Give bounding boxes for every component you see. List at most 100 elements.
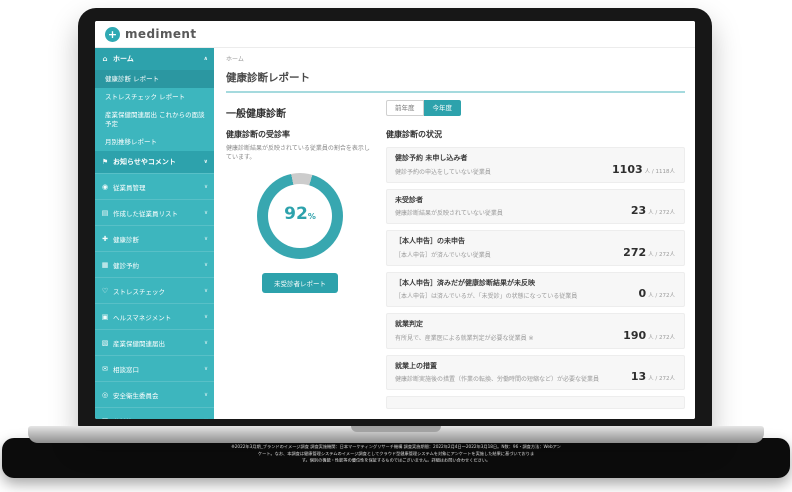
table-row-partial	[386, 396, 685, 409]
attendance-percent-unit: %	[307, 211, 316, 221]
sidebar-item-monthly-trend-report[interactable]: 月別推移レポート	[95, 133, 214, 151]
sidebar-item-label: ホーム	[113, 55, 134, 63]
attendance-percent: 92	[284, 203, 308, 224]
attendance-description: 健康診断結果が反映されている従業員の割合を表示しています。	[226, 145, 370, 162]
row-title: ［本人申告］済みだが健康診断結果が未反映	[395, 278, 535, 287]
sidebar-item-occupational-health-filings[interactable]: ▧ 産業保健関連届出 ∨	[95, 329, 214, 355]
chevron-down-icon: ∨	[203, 159, 208, 166]
footnote-line3: す。個別の機能・性能等の優位性を保証するものではございません。詳細はお問い合わせ…	[301, 457, 491, 463]
row-unit: 人 / 272人	[648, 293, 675, 299]
year-toggle-group: 前年度 今年度	[386, 100, 461, 116]
row-value: 190	[623, 328, 647, 342]
chevron-down-icon: ∨	[203, 235, 208, 242]
laptop-notch	[351, 426, 441, 432]
stress-check-icon: ♡	[101, 286, 109, 295]
sidebar-item-label: 相談窓口	[113, 365, 139, 374]
sidebar-item-safety-committee[interactable]: ◎ 安全衛生委員会 ∨	[95, 381, 214, 407]
sidebar-item-health-checkup-report[interactable]: 健康診断 レポート	[95, 70, 214, 89]
table-row: 未受診者 健康診断結果が反映されていない従業員 23 人 / 272人	[386, 188, 685, 224]
chevron-down-icon: ∨	[203, 391, 208, 398]
filings-icon: ▧	[101, 338, 109, 347]
sidebar-item-label: 作成した従業員リスト	[113, 209, 178, 218]
laptop-base	[28, 426, 764, 443]
laptop-base-shadow: ※2022年3月期_ブランドのイメージ調査 調査実施機関：日本マーケティングリサ…	[2, 438, 790, 478]
top-navbar: + mediment	[95, 21, 695, 48]
attendance-card: 健康診断の受診率 健康診断結果が反映されている従業員の割合を表示しています。 9…	[226, 129, 374, 409]
chevron-down-icon: ∨	[203, 313, 208, 320]
table-row: 就業判定 有所見で、産業医による就業判定が必要な従業員 ※ 190 人 / 272…	[386, 313, 685, 349]
chevron-down-icon: ∨	[203, 209, 208, 216]
sidebar-item-label: ヘルスマネジメント	[113, 313, 172, 322]
row-description: ［本人申告］は済んでいるが、「未受診」の状態になっている従業員	[395, 293, 578, 300]
sidebar-item-occupational-health-filings-schedule[interactable]: 産業保健関連届出 これからの面談予定	[95, 106, 214, 133]
row-value: 13	[630, 370, 647, 383]
sidebar-item-created-employee-lists[interactable]: ▤ 作成した従業員リスト ∨	[95, 199, 214, 225]
health-management-icon: ▣	[101, 312, 109, 321]
sidebar-item-employee-management[interactable]: ◉ 従業員管理 ∨	[95, 173, 214, 199]
laptop-frame: + mediment ⌂ ホーム ∧ 健康診断 レポート ストレスチェック レポ…	[78, 8, 712, 432]
consultation-icon: ✉	[102, 364, 108, 373]
row-unit: 人 / 272人	[648, 334, 675, 341]
page-title: 健康診断レポート	[226, 70, 685, 93]
app-screen: + mediment ⌂ ホーム ∧ 健康診断 レポート ストレスチェック レポ…	[95, 21, 695, 419]
sidebar-item-label: 健診予約	[113, 261, 139, 270]
analytics-icon: ▨	[101, 417, 109, 419]
announcement-icon: ⚑	[101, 158, 109, 167]
non-attendee-report-button[interactable]: 未受診者レポート	[262, 272, 338, 293]
row-value: 272	[623, 245, 647, 259]
chevron-down-icon: ∨	[203, 183, 208, 190]
row-unit: 人 / 272人	[648, 251, 675, 258]
employees-icon: ◉	[101, 182, 109, 191]
section-header: 一般健康診断 前年度 今年度	[226, 100, 685, 120]
sidebar-item-label: ストレスチェック	[113, 287, 165, 296]
table-row: ［本人申告］済みだが健康診断結果が未反映 ［本人申告］は済んでいるが、「未受診」…	[386, 271, 685, 307]
toggle-current-year[interactable]: 今年度	[423, 100, 461, 116]
home-icon: ⌂	[102, 55, 108, 63]
sidebar-item-label: お知らせやコメント	[113, 158, 176, 167]
status-panel: 健康診断の状況 健診予約 未申し込み者 健診予約の申込をしていない従業員 110…	[386, 129, 685, 409]
sidebar-item-label: 従業員管理	[113, 183, 146, 192]
chevron-down-icon: ∨	[204, 418, 208, 419]
mediment-logo-text[interactable]: mediment	[125, 27, 196, 41]
table-row: ［本人申告］の未申告 ［本人申告］が済んでいない従業員 272 人 / 272人	[386, 230, 685, 266]
sidebar-item-checkup-reservation[interactable]: ▦ 健診予約 ∨	[95, 251, 214, 277]
chevron-down-icon: ∨	[203, 339, 208, 346]
sidebar-item-health-management[interactable]: ▣ ヘルスマネジメント ∨	[95, 303, 214, 329]
breadcrumb[interactable]: ホーム	[226, 54, 685, 63]
donut-center: 92 %	[268, 183, 332, 248]
sidebar-item-analytics-management[interactable]: ▨ 分析管理 ∨	[95, 407, 214, 419]
row-unit: 人 / 1118人	[644, 168, 675, 175]
table-row: 健診予約 未申し込み者 健診予約の申込をしていない従業員 1103 人 / 111…	[386, 147, 685, 183]
caret-up-icon: ∧	[203, 56, 208, 62]
attendance-donut-chart: 92 %	[257, 172, 343, 259]
sidebar-item-consultation-desk[interactable]: ✉ 相談窓口 ∨	[95, 355, 214, 381]
chevron-down-icon: ∨	[203, 287, 208, 294]
sidebar-item-announcements[interactable]: ⚑ お知らせやコメント ∨	[95, 151, 214, 174]
chevron-down-icon: ∨	[203, 365, 208, 372]
row-value: 0	[638, 287, 647, 300]
sidebar-item-health-checkup[interactable]: ✚ 健康診断 ∨	[95, 225, 214, 251]
row-value: 1103	[612, 162, 643, 176]
sidebar-item-label: 分析管理	[113, 416, 139, 419]
status-title: 健康診断の状況	[386, 130, 442, 139]
footnote: ※2022年3月期_ブランドのイメージ調査 調査実施機関：日本マーケティングリサ…	[4, 444, 789, 464]
health-checkup-icon: ✚	[102, 234, 108, 243]
mediment-logo-icon: +	[105, 26, 120, 42]
toggle-previous-year[interactable]: 前年度	[386, 100, 424, 116]
sidebar-item-label: 健康診断	[113, 235, 139, 244]
row-unit: 人 / 272人	[648, 210, 675, 216]
sidebar-item-stress-check-report[interactable]: ストレスチェック レポート	[95, 88, 214, 106]
row-value: 23	[630, 204, 647, 217]
sidebar-item-home[interactable]: ⌂ ホーム ∧	[95, 48, 214, 70]
sidebar-item-label: 安全衛生委員会	[113, 391, 159, 400]
sidebar-item-label: 産業保健関連届出	[113, 339, 165, 348]
committee-icon: ◎	[101, 390, 109, 399]
attendance-title: 健康診断の受診率	[226, 130, 290, 139]
row-unit: 人 / 272人	[648, 376, 675, 382]
sidebar-item-stress-check[interactable]: ♡ ストレスチェック ∨	[95, 277, 214, 303]
table-row: 就業上の措置 健康診断実施後の措置（作業の転換、労働時間の短縮など）が必要な従業…	[386, 354, 685, 390]
sidebar: ⌂ ホーム ∧ 健康診断 レポート ストレスチェック レポート 産業保健関連届出…	[95, 48, 214, 419]
main-content: ホーム 健康診断レポート 一般健康診断 前年度 今年度 健康診断の受診率 健康診…	[214, 48, 695, 419]
chevron-down-icon: ∨	[203, 261, 208, 268]
reservation-icon: ▦	[101, 260, 109, 269]
